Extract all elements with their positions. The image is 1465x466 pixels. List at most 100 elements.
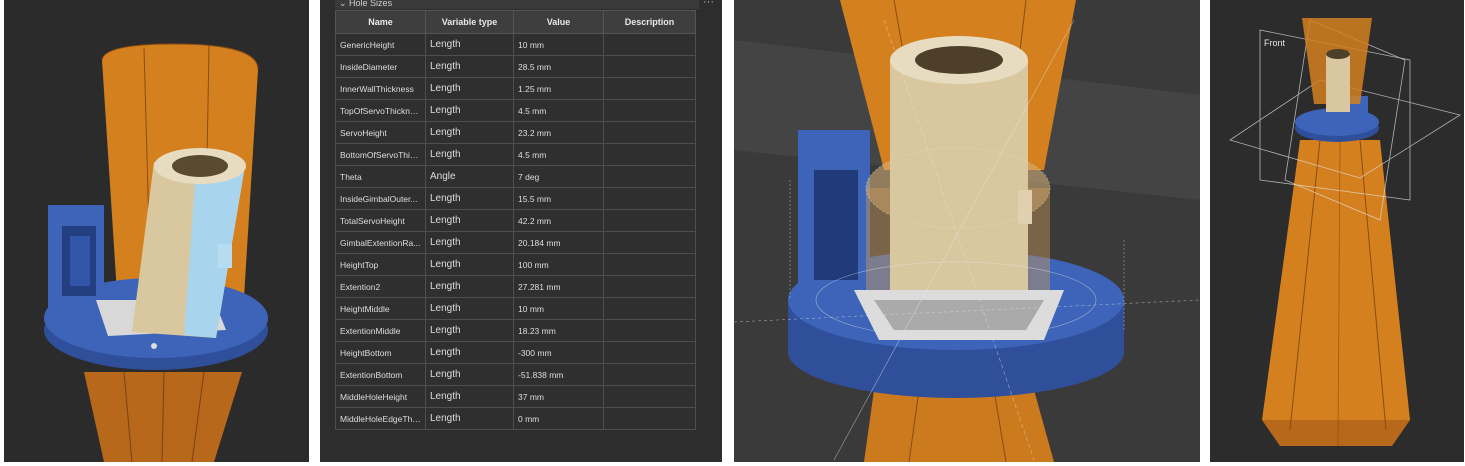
variable-description-cell[interactable] <box>603 143 696 166</box>
variable-name-cell[interactable]: Extention2 <box>335 275 426 298</box>
column-header-name[interactable]: Name <box>335 10 426 34</box>
variable-type-cell[interactable]: Length <box>425 121 514 144</box>
variable-value-cell[interactable]: 23.2 mm <box>513 121 604 144</box>
variable-type-cell[interactable]: Length <box>425 297 514 320</box>
variable-name-cell[interactable]: ExtentionMiddle <box>335 319 426 342</box>
variable-type-cell[interactable]: Length <box>425 407 514 430</box>
variable-type-cell[interactable]: Length <box>425 187 514 210</box>
variable-name-cell[interactable]: MiddleHoleHeight <box>335 385 426 408</box>
variable-name-cell[interactable]: InsideGimbalOuter... <box>335 187 426 210</box>
variable-name-cell[interactable]: HeightBottom <box>335 341 426 364</box>
variable-value-cell[interactable]: 4.5 mm <box>513 99 604 122</box>
table-row[interactable]: ExtentionMiddle Length 18.23 mm <box>335 319 696 342</box>
table-row[interactable]: TopOfServoThickne... Length 4.5 mm <box>335 99 696 122</box>
variable-name-cell[interactable]: HeightMiddle <box>335 297 426 320</box>
table-row[interactable]: MiddleHoleEdgeThi... Length 0 mm <box>335 407 696 430</box>
more-menu-icon[interactable]: ··· <box>703 0 714 8</box>
variable-type-cell[interactable]: Length <box>425 143 514 166</box>
variable-type-cell[interactable]: Length <box>425 33 514 56</box>
variable-type-cell[interactable]: Length <box>425 209 514 232</box>
variable-name-cell[interactable]: HeightTop <box>335 253 426 276</box>
variable-type-cell[interactable]: Length <box>425 363 514 386</box>
viewport-4[interactable]: Front <box>1210 0 1464 462</box>
variable-name-cell[interactable]: ExtentionBottom <box>335 363 426 386</box>
variable-description-cell[interactable] <box>603 55 696 78</box>
column-header-description[interactable]: Description <box>603 10 696 34</box>
table-row[interactable]: ExtentionBottom Length -51.838 mm <box>335 363 696 386</box>
variable-value-cell[interactable]: 37 mm <box>513 385 604 408</box>
variable-description-cell[interactable] <box>603 297 696 320</box>
variable-description-cell[interactable] <box>603 187 696 210</box>
variable-type-cell[interactable]: Length <box>425 385 514 408</box>
variable-type-cell[interactable]: Length <box>425 231 514 254</box>
variable-value-cell[interactable]: 27.281 mm <box>513 275 604 298</box>
variable-value-cell[interactable]: 20.184 mm <box>513 231 604 254</box>
viewport-1[interactable] <box>4 0 309 462</box>
table-row[interactable]: HeightMiddle Length 10 mm <box>335 297 696 320</box>
model-render-1 <box>44 43 268 462</box>
variable-name-cell[interactable]: Theta <box>335 165 426 188</box>
table-row[interactable]: GimbalExtentionRa... Length 20.184 mm <box>335 231 696 254</box>
variable-type-cell[interactable]: Length <box>425 275 514 298</box>
variable-description-cell[interactable] <box>603 385 696 408</box>
column-header-value[interactable]: Value <box>513 10 604 34</box>
variable-value-cell[interactable]: 0 mm <box>513 407 604 430</box>
table-row[interactable]: MiddleHoleHeight Length 37 mm <box>335 385 696 408</box>
variable-value-cell[interactable]: 28.5 mm <box>513 55 604 78</box>
variable-description-cell[interactable] <box>603 33 696 56</box>
variable-name-cell[interactable]: ServoHeight <box>335 121 426 144</box>
variable-description-cell[interactable] <box>603 341 696 364</box>
variable-value-cell[interactable]: 7 deg <box>513 165 604 188</box>
variable-value-cell[interactable]: 18.23 mm <box>513 319 604 342</box>
variable-description-cell[interactable] <box>603 231 696 254</box>
variable-description-cell[interactable] <box>603 363 696 386</box>
variable-type-cell[interactable]: Angle <box>425 165 514 188</box>
table-row[interactable]: InsideGimbalOuter... Length 15.5 mm <box>335 187 696 210</box>
variable-description-cell[interactable] <box>603 77 696 100</box>
variable-name-cell[interactable]: TotalServoHeight <box>335 209 426 232</box>
collapse-chevron-icon[interactable]: ⌄ <box>339 0 349 8</box>
table-row[interactable]: Theta Angle 7 deg <box>335 165 696 188</box>
variable-description-cell[interactable] <box>603 275 696 298</box>
variable-description-cell[interactable] <box>603 165 696 188</box>
table-row[interactable]: ServoHeight Length 23.2 mm <box>335 121 696 144</box>
table-row[interactable]: InsideDiameter Length 28.5 mm <box>335 55 696 78</box>
variable-type-cell[interactable]: Length <box>425 319 514 342</box>
variable-description-cell[interactable] <box>603 407 696 430</box>
variable-value-cell[interactable]: 100 mm <box>513 253 604 276</box>
variable-value-cell[interactable]: 4.5 mm <box>513 143 604 166</box>
variable-name-cell[interactable]: MiddleHoleEdgeThi... <box>335 407 426 430</box>
table-row[interactable]: HeightTop Length 100 mm <box>335 253 696 276</box>
variable-description-cell[interactable] <box>603 319 696 342</box>
viewport-3[interactable] <box>734 0 1200 462</box>
table-row[interactable]: TotalServoHeight Length 42.2 mm <box>335 209 696 232</box>
table-row[interactable]: Extention2 Length 27.281 mm <box>335 275 696 298</box>
variable-type-cell[interactable]: Length <box>425 99 514 122</box>
variable-value-cell[interactable]: 10 mm <box>513 33 604 56</box>
variable-description-cell[interactable] <box>603 99 696 122</box>
variable-type-cell[interactable]: Length <box>425 77 514 100</box>
variable-type-cell[interactable]: Length <box>425 341 514 364</box>
variable-name-cell[interactable]: GimbalExtentionRa... <box>335 231 426 254</box>
table-row[interactable]: InnerWallThickness Length 1.25 mm <box>335 77 696 100</box>
variable-name-cell[interactable]: BottomOfServoThic... <box>335 143 426 166</box>
variable-description-cell[interactable] <box>603 121 696 144</box>
variable-name-cell[interactable]: InnerWallThickness <box>335 77 426 100</box>
variable-description-cell[interactable] <box>603 253 696 276</box>
variable-value-cell[interactable]: -300 mm <box>513 341 604 364</box>
variable-name-cell[interactable]: GenericHeight <box>335 33 426 56</box>
variable-type-cell[interactable]: Length <box>425 55 514 78</box>
variable-name-cell[interactable]: InsideDiameter <box>335 55 426 78</box>
variable-value-cell[interactable]: 42.2 mm <box>513 209 604 232</box>
variable-value-cell[interactable]: 15.5 mm <box>513 187 604 210</box>
variable-value-cell[interactable]: 1.25 mm <box>513 77 604 100</box>
table-row[interactable]: GenericHeight Length 10 mm <box>335 33 696 56</box>
variable-value-cell[interactable]: 10 mm <box>513 297 604 320</box>
table-row[interactable]: HeightBottom Length -300 mm <box>335 341 696 364</box>
column-header-variable-type[interactable]: Variable type <box>425 10 514 34</box>
table-row[interactable]: BottomOfServoThic... Length 4.5 mm <box>335 143 696 166</box>
variable-name-cell[interactable]: TopOfServoThickne... <box>335 99 426 122</box>
variable-value-cell[interactable]: -51.838 mm <box>513 363 604 386</box>
variable-description-cell[interactable] <box>603 209 696 232</box>
variable-type-cell[interactable]: Length <box>425 253 514 276</box>
